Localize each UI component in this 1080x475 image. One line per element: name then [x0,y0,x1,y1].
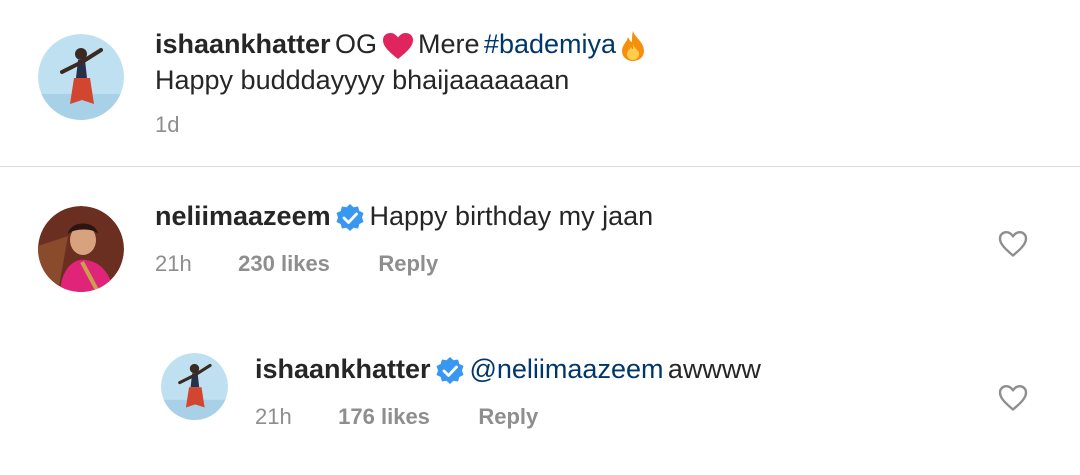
heart-outline-icon [998,231,1028,257]
comment-1-meta: 21h 230 likes Reply [155,251,438,277]
heart-outline-icon [998,385,1028,411]
caption-text-mere: Mere [417,29,480,59]
comment-1-reply-button[interactable]: Reply [378,251,438,276]
avatar-image [161,353,228,420]
reply-1-timestamp: 21h [255,404,292,429]
caption-text-line-2: Happy budddayyyy bhaijaaaaaaan [155,65,570,95]
comment-1-line: neliimaazeem Happy birthday my jaan [155,201,653,238]
comment-1-username[interactable]: neliimaazeem [155,201,331,231]
verified-badge-icon [335,203,365,238]
reply-1-line: ishaankhatter @neliimaazeem awwww [255,354,761,391]
comment-1-timestamp: 21h [155,251,192,276]
reply-1-meta: 21h 176 likes Reply [255,404,538,430]
caption-line-1: ishaankhatter OG Mere #bademiya [155,29,646,67]
caption-text-og: OG [335,29,378,59]
reply-1-text: awwww [667,354,761,384]
caption-timestamp: 1d [155,112,180,137]
caption-hashtag-link[interactable]: #bademiya [484,29,616,59]
avatar-ishaankhatter[interactable] [38,34,124,120]
reply-1-likes-link[interactable]: 176 likes [338,404,430,429]
reply-1-mention-link[interactable]: @neliimaazeem [469,354,663,384]
comment-1-like-button[interactable] [998,230,1028,258]
verified-badge-icon [435,356,465,391]
comment-1-text: Happy birthday my jaan [369,201,654,231]
reply-1-username[interactable]: ishaankhatter [255,354,431,384]
avatar-ishaankhatter-reply[interactable] [161,353,228,420]
caption-divider [0,166,1080,167]
heart-emoji-icon [382,32,414,65]
reply-1-reply-button[interactable]: Reply [478,404,538,429]
avatar-image [38,206,124,292]
caption-username[interactable]: ishaankhatter [155,29,331,59]
reply-1-like-button[interactable] [998,384,1028,412]
fire-emoji-icon [620,30,646,67]
avatar-image [38,34,124,120]
comment-1-likes-link[interactable]: 230 likes [238,251,330,276]
avatar-neliimaazeem[interactable] [38,206,124,292]
